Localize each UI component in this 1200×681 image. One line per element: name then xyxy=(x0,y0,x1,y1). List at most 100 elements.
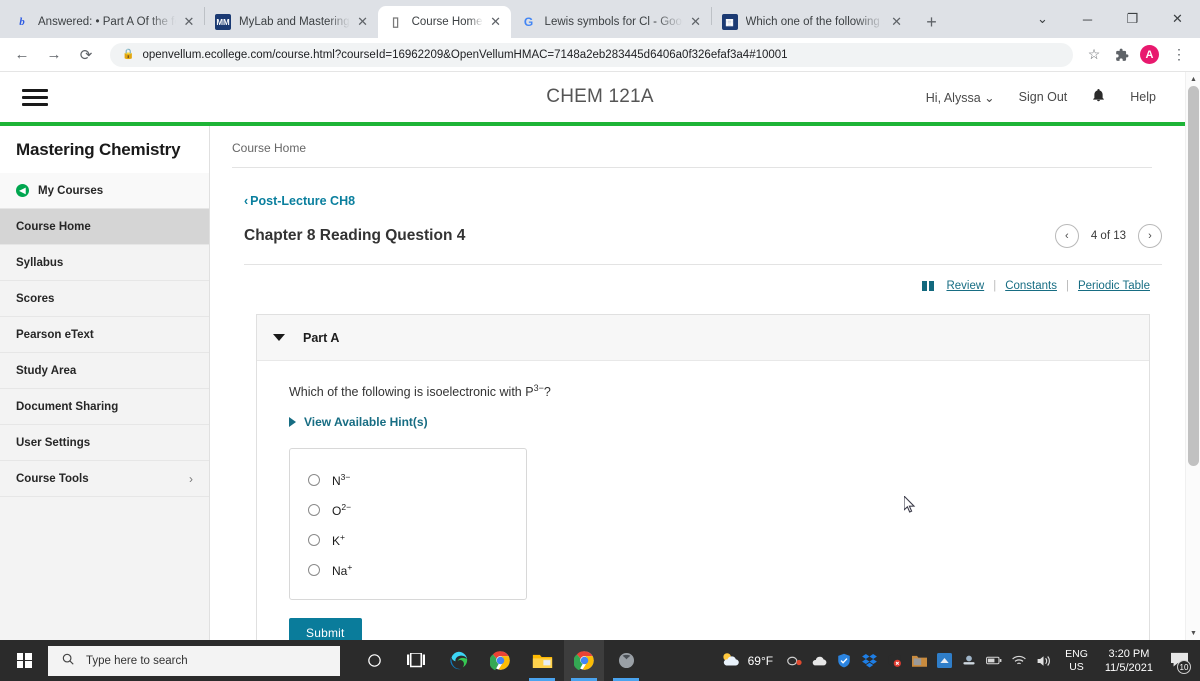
close-icon[interactable]: ✕ xyxy=(354,13,372,31)
bell-icon[interactable] xyxy=(1091,87,1106,107)
radio-button[interactable] xyxy=(308,474,320,487)
part-a-body: Which of the following is isoelectronic … xyxy=(257,361,1149,640)
language-indicator[interactable]: ENG US xyxy=(1065,648,1088,674)
question-pager: ‹ 4 of 13 › xyxy=(1054,224,1162,248)
sidebar-item-course-home[interactable]: Course Home xyxy=(0,209,209,245)
notification-center-button[interactable]: 10 xyxy=(1166,640,1192,681)
windows-logo-icon xyxy=(16,653,32,668)
close-icon[interactable]: ✕ xyxy=(487,13,505,31)
minimize-icon[interactable]: ─ xyxy=(1065,0,1110,38)
google-chrome-window-icon[interactable] xyxy=(564,640,604,681)
sign-out-link[interactable]: Sign Out xyxy=(1019,90,1068,104)
maximize-icon[interactable]: ❐ xyxy=(1110,0,1155,38)
review-link[interactable]: Review xyxy=(946,280,984,292)
google-chrome-icon[interactable] xyxy=(480,640,520,681)
xbox-game-bar-icon[interactable] xyxy=(606,640,646,681)
file-explorer-icon[interactable] xyxy=(522,640,562,681)
scrollbar-thumb[interactable] xyxy=(1188,86,1199,466)
security-shield-icon[interactable] xyxy=(836,653,852,669)
lock-icon: 🔒 xyxy=(122,49,135,60)
question-title-row: Chapter 8 Reading Question 4 ‹ 4 of 13 › xyxy=(244,224,1162,265)
browser-tab-1[interactable]: MM MyLab and Mastering ✕ xyxy=(205,6,378,38)
start-button[interactable] xyxy=(0,640,48,681)
volume-icon[interactable] xyxy=(1036,653,1052,669)
update-icon[interactable] xyxy=(936,653,952,669)
tab-title: Answered: • Part A Of the fol xyxy=(38,16,176,28)
cortana-icon[interactable] xyxy=(354,640,394,681)
bookmark-star-icon[interactable]: ☆ xyxy=(1081,42,1107,68)
hamburger-menu-icon[interactable] xyxy=(22,88,48,106)
dropbox-icon[interactable] xyxy=(861,653,877,669)
tab-search-icon[interactable]: ⌄ xyxy=(1020,0,1065,38)
part-a-header[interactable]: Part A xyxy=(257,315,1149,361)
taskbar-search-input[interactable]: Type here to search xyxy=(48,645,340,676)
view-hints-link[interactable]: View Available Hint(s) xyxy=(289,415,428,429)
back-icon[interactable]: ← xyxy=(8,41,36,69)
sidebar-item-label: Syllabus xyxy=(16,256,64,269)
browser-tab-2[interactable]: ▯ Course Home ✕ xyxy=(377,6,511,38)
radio-button[interactable] xyxy=(308,534,320,547)
answer-choice-0[interactable]: N3− xyxy=(290,465,526,495)
sidebar-item-study-area[interactable]: Study Area xyxy=(0,353,209,389)
next-question-button[interactable]: › xyxy=(1138,224,1162,248)
browser-tab-3[interactable]: G Lewis symbols for Cl - Googl ✕ xyxy=(511,6,711,38)
extensions-puzzle-icon[interactable] xyxy=(1109,42,1135,68)
back-to-assignment-link[interactable]: ‹ Post-Lecture CH8 xyxy=(244,194,355,208)
close-window-icon[interactable]: ✕ xyxy=(1155,0,1200,38)
address-bar-url: openvellum.ecollege.com/course.html?cour… xyxy=(142,48,788,61)
constants-link[interactable]: Constants xyxy=(1005,280,1057,292)
taskbar-clock[interactable]: 3:20 PM 11/5/2021 xyxy=(1105,647,1153,675)
question-text: Which of the following is isoelectronic … xyxy=(289,383,1133,399)
help-link[interactable]: Help xyxy=(1130,90,1156,104)
radio-button[interactable] xyxy=(308,504,320,517)
scroll-down-arrow-icon[interactable]: ▼ xyxy=(1186,626,1200,640)
language-line1: ENG xyxy=(1065,647,1088,660)
sidebar-item-scores[interactable]: Scores xyxy=(0,281,209,317)
answer-choice-1[interactable]: O2− xyxy=(290,495,526,525)
close-icon[interactable]: ✕ xyxy=(180,13,198,31)
previous-question-button[interactable]: ‹ xyxy=(1054,224,1079,248)
caret-down-icon[interactable] xyxy=(273,334,285,341)
antivirus-icon[interactable] xyxy=(886,653,902,669)
browser-tab-0[interactable]: b Answered: • Part A Of the fol ✕ xyxy=(4,6,204,38)
address-bar[interactable]: 🔒 openvellum.ecollege.com/course.html?co… xyxy=(110,42,1073,67)
camera-icon[interactable] xyxy=(786,653,802,669)
browser-tab-4[interactable]: ▦ Which one of the following s ✕ xyxy=(712,6,912,38)
radio-button[interactable] xyxy=(308,564,320,577)
answer-choice-3[interactable]: Na+ xyxy=(290,555,526,585)
reload-icon[interactable]: ⟳ xyxy=(72,41,100,69)
caret-right-icon xyxy=(289,417,296,428)
browser-menu-icon[interactable]: ⋮ xyxy=(1166,42,1192,68)
browser-tab-strip: b Answered: • Part A Of the fol ✕ MM MyL… xyxy=(0,0,1200,38)
periodic-table-link[interactable]: Periodic Table xyxy=(1078,280,1150,292)
battery-icon[interactable] xyxy=(986,653,1002,669)
page-scrollbar[interactable]: ▲ ▼ xyxy=(1185,72,1200,640)
sidebar-item-syllabus[interactable]: Syllabus xyxy=(0,245,209,281)
microsoft-edge-icon[interactable] xyxy=(438,640,478,681)
close-icon[interactable]: ✕ xyxy=(687,13,705,31)
part-a-panel: Part A Which of the following is isoelec… xyxy=(256,314,1150,640)
wifi-icon[interactable] xyxy=(1011,653,1027,669)
mylab-favicon-icon: MM xyxy=(215,14,231,30)
folder-sync-icon[interactable] xyxy=(911,653,927,669)
answer-choice-label: N3− xyxy=(332,472,351,489)
new-tab-button[interactable]: + xyxy=(918,8,946,36)
sidebar-item-document-sharing[interactable]: Document Sharing xyxy=(0,389,209,425)
weather-widget[interactable]: 69°F xyxy=(720,651,773,671)
page-viewport: CHEM 121A Hi, Alyssa ⌄ Sign Out Help Mas… xyxy=(0,72,1200,640)
forward-icon[interactable]: → xyxy=(40,41,68,69)
user-greeting-menu[interactable]: Hi, Alyssa ⌄ xyxy=(926,90,995,105)
windows-taskbar: Type here to search 69°F ENG US 3:20 PM … xyxy=(0,640,1200,681)
scroll-up-arrow-icon[interactable]: ▲ xyxy=(1186,72,1200,86)
onedrive-icon[interactable] xyxy=(811,653,827,669)
task-view-icon[interactable] xyxy=(396,640,436,681)
answer-choice-2[interactable]: K+ xyxy=(290,525,526,555)
sidebar-item-my-courses[interactable]: ◀ My Courses xyxy=(0,173,209,209)
profile-avatar[interactable]: A xyxy=(1140,45,1159,64)
sidebar-item-pearson-etext[interactable]: Pearson eText xyxy=(0,317,209,353)
submit-button[interactable]: Submit xyxy=(289,618,362,640)
close-icon[interactable]: ✕ xyxy=(888,13,906,31)
sidebar-item-course-tools[interactable]: Course Tools › xyxy=(0,461,209,497)
sidebar-item-user-settings[interactable]: User Settings xyxy=(0,425,209,461)
mouse-icon[interactable] xyxy=(961,653,977,669)
